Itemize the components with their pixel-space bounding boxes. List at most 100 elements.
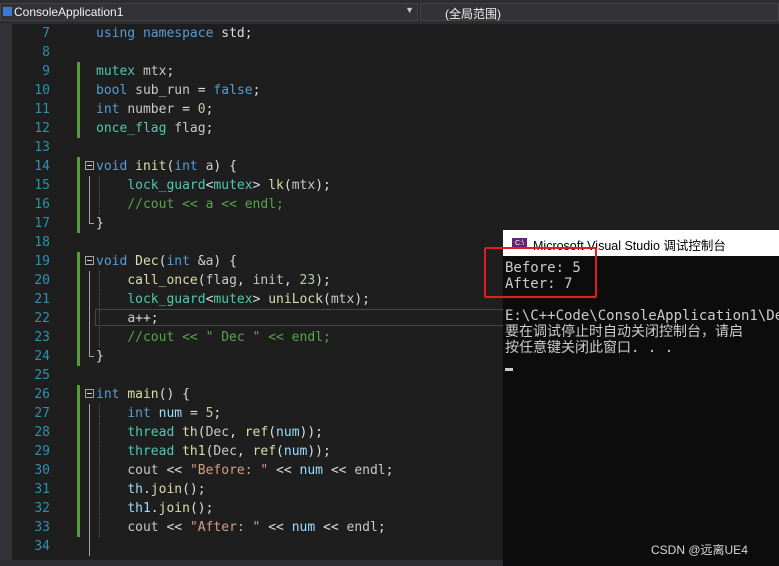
project-dropdown[interactable]: ConsoleApplication1 ▼: [0, 3, 418, 21]
code-token: mtx: [142, 64, 167, 79]
code-token: .: [150, 501, 159, 516]
code-line[interactable]: 16 //cout << a << endl;: [0, 195, 779, 214]
fold-line: [89, 404, 90, 423]
code-text: cout << "Before: " << num << endl;: [96, 461, 393, 480]
code-token: lk: [268, 178, 284, 193]
line-number: 19: [34, 254, 50, 269]
code-token: >: [252, 178, 269, 193]
code-token: ();: [182, 482, 206, 497]
code-token: namespace: [142, 26, 222, 41]
code-token: (: [197, 273, 206, 288]
code-token: ref: [244, 425, 269, 440]
line-number: 10: [34, 83, 50, 98]
code-token: );: [315, 273, 331, 288]
code-token: num: [276, 425, 300, 440]
code-token: thread: [127, 425, 183, 440]
code-token: ();: [189, 501, 214, 516]
code-text: th.join();: [96, 480, 206, 499]
code-text: lock_guard<mutex> uniLock(mtx);: [96, 290, 370, 309]
change-marker: [77, 423, 80, 442]
line-number: 8: [42, 45, 50, 60]
console-line: 要在调试停止时自动关闭控制台，请启: [505, 324, 743, 340]
code-token: ;: [166, 64, 175, 79]
code-token: int: [166, 254, 198, 269]
code-token: ,: [236, 273, 253, 288]
fold-line: [89, 195, 90, 214]
code-token: ) {: [213, 159, 237, 174]
code-line[interactable]: 7 using namespace std;: [0, 24, 779, 43]
change-marker: [77, 100, 80, 119]
code-token: flag: [205, 273, 237, 288]
line-number: 28: [34, 425, 50, 440]
code-token: (: [323, 292, 331, 307]
line-number: 24: [34, 349, 50, 364]
code-text: a++;: [96, 309, 158, 328]
change-marker: [77, 347, 80, 366]
change-marker: [77, 328, 80, 347]
code-line[interactable]: 14 void init(int a) {: [0, 157, 779, 176]
line-number: 7: [42, 26, 50, 41]
line-number: 25: [34, 368, 50, 383]
fold-end: [89, 214, 94, 224]
code-token: =: [189, 406, 206, 421]
highlight-box: [484, 247, 597, 298]
code-token: (: [283, 178, 292, 193]
code-text: void init(int a) {: [96, 157, 237, 176]
code-token: mutex: [213, 178, 253, 193]
change-marker: [77, 499, 80, 518]
code-line[interactable]: 8: [0, 43, 779, 62]
code-token: cout: [127, 520, 167, 535]
code-text: th1.join();: [96, 499, 213, 518]
code-text: }: [96, 214, 104, 233]
change-marker: [77, 214, 80, 233]
console-cursor: [505, 368, 513, 371]
code-token: int: [174, 159, 206, 174]
code-line[interactable]: 12 once_flag flag;: [0, 119, 779, 138]
collapse-icon[interactable]: [85, 389, 94, 398]
code-line[interactable]: 10 bool sub_run = false;: [0, 81, 779, 100]
line-number: 30: [34, 463, 50, 478]
code-token: ,: [229, 425, 245, 440]
line-number: 13: [34, 140, 50, 155]
code-token: join: [158, 501, 190, 516]
code-token: int: [127, 406, 159, 421]
fold-line: [89, 271, 90, 290]
line-number: 9: [42, 64, 50, 79]
code-token: ,: [283, 273, 300, 288]
code-token: ref: [252, 444, 277, 459]
code-token: () {: [158, 387, 190, 402]
code-text: thread th(Dec, ref(num));: [96, 423, 323, 442]
code-token: "Before: ": [189, 463, 277, 478]
code-token: &: [197, 254, 206, 269]
code-text: int num = 5;: [96, 404, 221, 423]
scope-dropdown[interactable]: (全局范围): [420, 3, 779, 21]
code-line[interactable]: 15 lock_guard<mutex> lk(mtx);: [0, 176, 779, 195]
code-token: bool: [96, 83, 136, 98]
change-marker: [77, 290, 80, 309]
code-line[interactable]: 13: [0, 138, 779, 157]
change-marker: [77, 176, 80, 195]
code-line[interactable]: 9 mutex mtx;: [0, 62, 779, 81]
code-text: //cout << " Dec " << endl;: [96, 328, 331, 347]
code-line[interactable]: 11 int number = 0;: [0, 100, 779, 119]
collapse-icon[interactable]: [85, 256, 94, 265]
code-text: thread th1(Dec, ref(num));: [96, 442, 331, 461]
console-line: 按任意键关闭此窗口. . .: [505, 340, 674, 356]
change-marker: [77, 309, 80, 328]
code-token: int: [96, 102, 128, 117]
collapse-icon[interactable]: [85, 161, 94, 170]
code-token: uniLock: [268, 292, 324, 307]
project-label: ConsoleApplication1: [14, 5, 124, 19]
line-number: 34: [34, 539, 50, 554]
code-token: sub_run: [135, 83, 198, 98]
chevron-down-icon[interactable]: ▼: [405, 5, 414, 15]
code-token: Dec: [205, 425, 230, 440]
fold-line: [89, 328, 90, 347]
change-marker: [77, 81, 80, 100]
fold-line: [89, 309, 90, 328]
code-token: init: [135, 159, 167, 174]
code-token: <<: [276, 463, 300, 478]
